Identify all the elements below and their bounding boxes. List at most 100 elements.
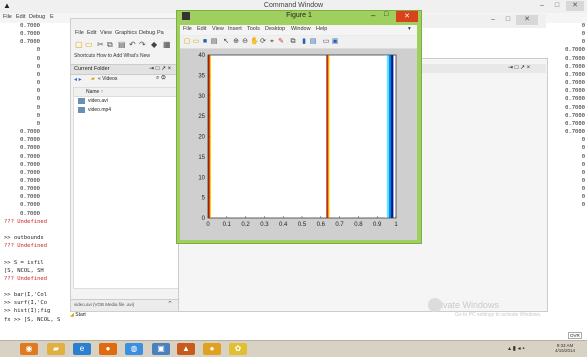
- menu-edit[interactable]: Edit: [197, 26, 206, 32]
- activate-windows-subtitle: Go to PC settings to activate Windows.: [455, 312, 542, 318]
- plot-area: 0 0.1 0.2 0.3 0.4 0.5 0.6 0.7 0.8 0.9 1 0 5 10 15 20 25 3…: [180, 49, 417, 240]
- file-item[interactable]: video.avi: [88, 98, 108, 104]
- minimize-button[interactable]: –: [486, 15, 500, 25]
- windows-start-icon[interactable]: ◉: [20, 343, 38, 355]
- menu-insert[interactable]: Insert: [228, 26, 242, 32]
- panel-controls-icon[interactable]: ⇥ □ ↗ ×: [508, 64, 530, 71]
- output-value: 0.7000: [20, 169, 40, 176]
- data-cursor-icon[interactable]: ⌖: [268, 38, 276, 46]
- close-button[interactable]: ✕: [566, 1, 584, 11]
- chrome-icon[interactable]: ◍: [125, 343, 143, 355]
- guide-icon[interactable]: ▦: [163, 40, 171, 49]
- menu-debug[interactable]: Debug: [139, 30, 155, 36]
- pan-icon[interactable]: ✋: [250, 38, 259, 46]
- rotate-icon[interactable]: ⟳: [259, 38, 267, 46]
- firefox-icon[interactable]: ●: [99, 343, 117, 355]
- output-value: 0.7000: [20, 210, 40, 217]
- output-value: 0: [581, 169, 585, 176]
- command-prompt[interactable]: fx >> [S, NCOL, S: [4, 316, 66, 324]
- menu-e[interactable]: E: [50, 14, 54, 20]
- redo-icon[interactable]: ↷: [139, 40, 146, 49]
- minimize-button[interactable]: –: [535, 1, 549, 11]
- menu-tools[interactable]: Tools: [247, 26, 260, 32]
- menu-pa[interactable]: Pa: [157, 30, 164, 36]
- ie-icon[interactable]: e: [73, 343, 91, 355]
- output-value: 0: [581, 161, 585, 168]
- start-button[interactable]: ◢ Start: [70, 310, 100, 320]
- maximize-button[interactable]: □: [384, 11, 388, 18]
- link-icon[interactable]: ⧉: [289, 38, 297, 46]
- paste-icon[interactable]: ▤: [118, 40, 126, 49]
- file-item[interactable]: video.mp4: [88, 107, 111, 113]
- back-icon[interactable]: ◂ ▸: [74, 76, 82, 83]
- column-name[interactable]: Name ↑: [86, 89, 103, 95]
- hide-plot-tools-icon[interactable]: ▭: [322, 38, 330, 46]
- menu-file[interactable]: File: [3, 14, 12, 20]
- file-list: Name ↑ video.avi video.mp4: [73, 87, 179, 289]
- legend-icon[interactable]: ▤: [309, 38, 317, 46]
- matlab-icon[interactable]: ▲: [177, 343, 195, 355]
- error-line: ??? Undefined: [4, 243, 48, 250]
- menu-desktop[interactable]: Desktop: [265, 26, 285, 32]
- error-line: ??? Undefined: [4, 275, 48, 282]
- zoom-out-icon[interactable]: ⊖: [241, 38, 249, 46]
- close-button[interactable]: ✕: [516, 15, 538, 25]
- pointer-icon[interactable]: ↖: [222, 38, 230, 46]
- tray-icons[interactable]: ▴ ▮ ◂ ▪: [508, 345, 524, 352]
- close-button[interactable]: ✕: [396, 11, 418, 22]
- colorbar-icon[interactable]: ▮: [300, 38, 308, 46]
- path-text[interactable]: « Videos: [98, 76, 117, 82]
- menu-view[interactable]: View: [212, 26, 224, 32]
- heatmap-chart[interactable]: 0 0.1 0.2 0.3 0.4 0.5 0.6 0.7 0.8 0.9 105101520253…: [180, 49, 417, 240]
- panel-controls-icon[interactable]: ⇥ □ ↗ ×: [149, 65, 171, 72]
- cut-icon[interactable]: ✂: [97, 40, 104, 49]
- photo-icon[interactable]: ▣: [152, 343, 170, 355]
- menu-file[interactable]: File: [75, 30, 84, 36]
- menu-file[interactable]: File: [183, 26, 192, 32]
- maximize-button[interactable]: □: [501, 15, 515, 25]
- shortcuts-bar[interactable]: Shortcuts How to Add What's New: [71, 53, 182, 62]
- menu-overflow-icon[interactable]: ▾: [408, 26, 411, 32]
- command-output-left[interactable]: 0.7000 0.7000 0.7000 0 0 0 0 0 0 0 0 0 0 0.7000 0.7000…: [4, 22, 66, 332]
- video-file-icon: [78, 107, 85, 113]
- save-icon[interactable]: ■: [201, 38, 209, 46]
- x-tick-label: 1: [394, 222, 398, 228]
- figure-window: Figure 1 – □ ✕ File Edit View Insert Too…: [176, 10, 422, 244]
- open-file-icon[interactable]: ▭: [192, 38, 200, 46]
- y-tick-label: 25: [198, 114, 205, 120]
- simulink-icon[interactable]: ◆: [151, 40, 157, 49]
- menu-help[interactable]: Help: [316, 26, 327, 32]
- error-line: ??? Undefined: [4, 218, 48, 225]
- folder-icon[interactable]: ▰: [47, 343, 65, 355]
- new-figure-icon[interactable]: ▢: [183, 38, 191, 46]
- output-value: 0: [581, 186, 585, 193]
- heatmap-band: [386, 55, 390, 218]
- search-icon[interactable]: ⌕ ⚙: [156, 75, 166, 82]
- brush-icon[interactable]: ✎: [277, 38, 285, 46]
- minimize-button[interactable]: –: [371, 11, 375, 20]
- expand-icon[interactable]: ⌃: [167, 300, 173, 308]
- zoom-in-icon[interactable]: ⊕: [232, 38, 240, 46]
- x-tick-label: 0.3: [260, 222, 269, 228]
- current-folder-titlebar: [71, 19, 179, 29]
- clock[interactable]: 9:33 AM 4/15/2014: [546, 343, 584, 353]
- media-icon[interactable]: ●: [203, 343, 221, 355]
- print-icon[interactable]: ▤: [210, 38, 218, 46]
- output-value: 0: [36, 120, 40, 127]
- menu-view[interactable]: View: [100, 30, 112, 36]
- menu-debug[interactable]: Debug: [29, 14, 45, 20]
- undo-icon[interactable]: ↶: [129, 40, 136, 49]
- menu-edit[interactable]: Edit: [16, 14, 25, 20]
- menu-graphics[interactable]: Graphics: [115, 30, 137, 36]
- show-plot-tools-icon[interactable]: ▣: [331, 38, 339, 46]
- paint-icon[interactable]: ✿: [229, 343, 247, 355]
- menu-window[interactable]: Window: [291, 26, 311, 32]
- copy-icon[interactable]: ⧉: [107, 40, 113, 50]
- figure-toolbar: ▢ ▭ ■ ▤ ↖ ⊕ ⊖ ✋ ⟳ ⌖ ✎ ⧉ ▮ ▤ ▭ ▣: [180, 36, 417, 49]
- output-value: 0: [36, 47, 40, 54]
- new-file-icon[interactable]: ▢: [75, 40, 83, 49]
- open-folder-icon[interactable]: ▭: [85, 40, 93, 49]
- menu-edit[interactable]: Edit: [87, 30, 96, 36]
- maximize-button[interactable]: □: [550, 1, 564, 11]
- windows-watermark-icon: [428, 298, 442, 312]
